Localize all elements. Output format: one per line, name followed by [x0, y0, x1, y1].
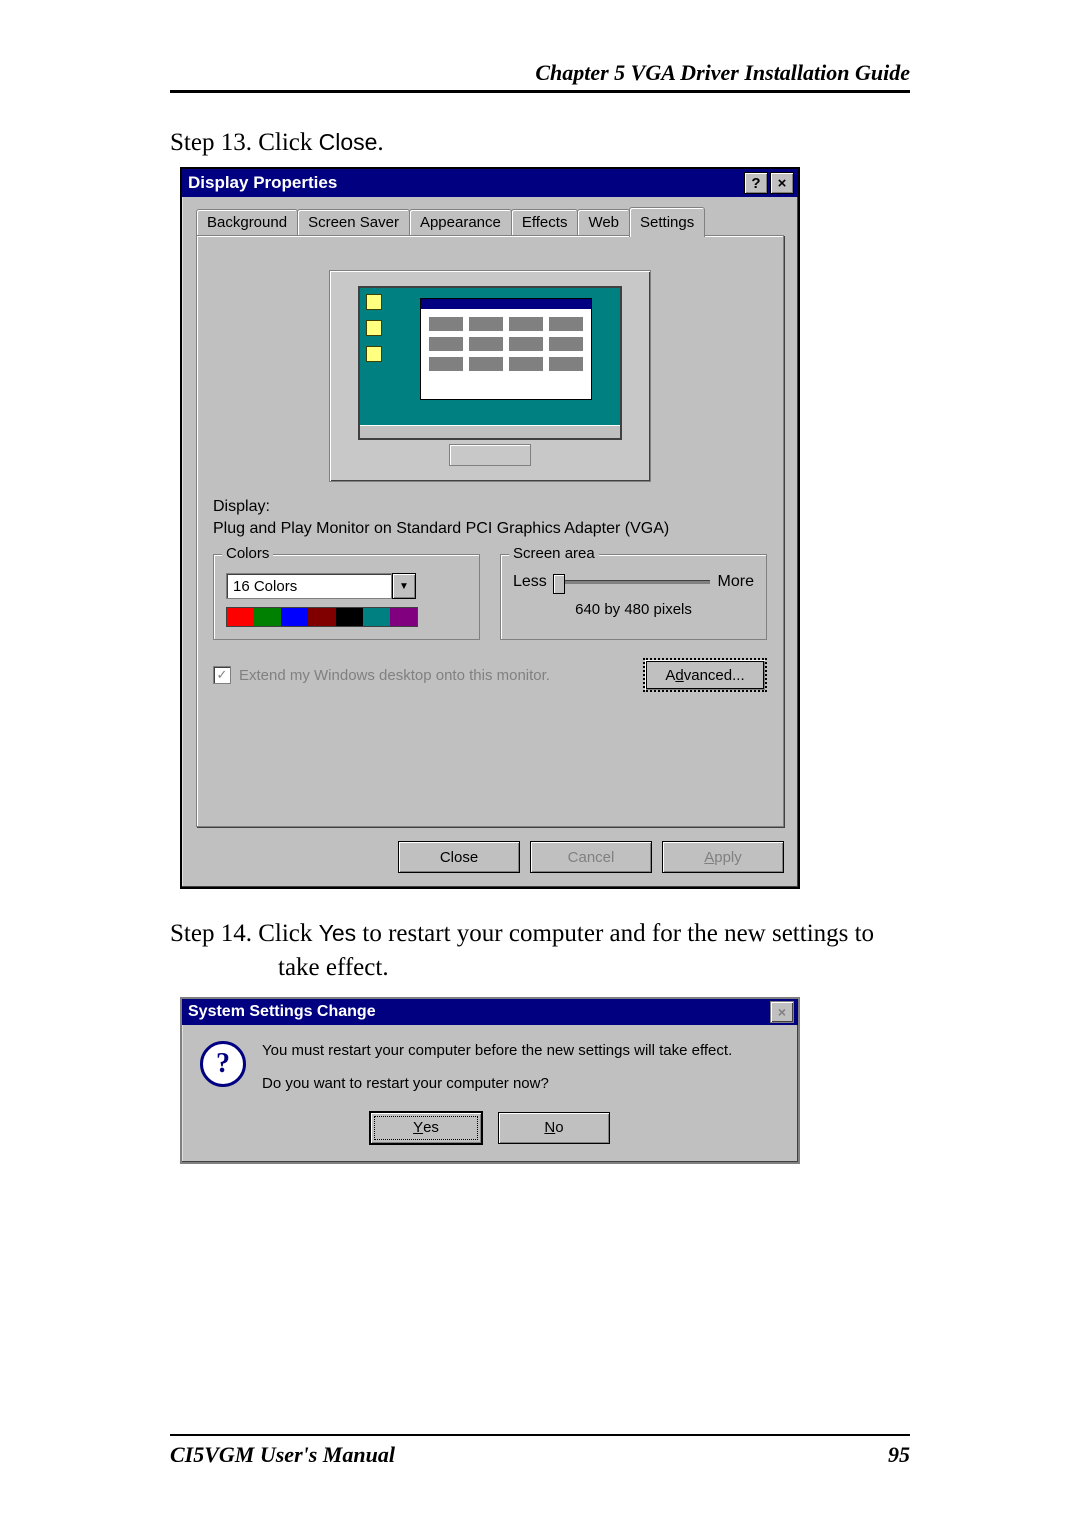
close-icon: ×	[770, 1001, 794, 1023]
resolution-text: 640 by 480 pixels	[513, 601, 754, 618]
display-label: Display:	[213, 498, 767, 516]
preview-icon	[366, 320, 382, 336]
extend-desktop-label: Extend my Windows desktop onto this moni…	[239, 667, 635, 684]
step13-instruction: Step 13. Click Close.	[170, 129, 910, 157]
colors-group: Colors 16 Colors ▼	[213, 554, 480, 640]
page-footer: CI5VGM User's Manual 95	[170, 1434, 910, 1468]
step14-instruction: Step 14. Click Yes to restart your compu…	[170, 917, 910, 985]
message-text: You must restart your computer before th…	[262, 1041, 732, 1094]
monitor-screen	[358, 286, 622, 440]
tab-appearance[interactable]: Appearance	[409, 209, 512, 235]
preview-icon	[366, 346, 382, 362]
footer-page-number: 95	[888, 1442, 910, 1468]
footer-manual: CI5VGM User's Manual	[170, 1442, 395, 1468]
colors-value: 16 Colors	[226, 573, 392, 599]
step13-action: Close	[319, 129, 378, 155]
screen-area-legend: Screen area	[509, 545, 599, 562]
chevron-down-icon[interactable]: ▼	[392, 573, 416, 599]
message-line2: Do you want to restart your computer now…	[262, 1074, 732, 1094]
slider-more-label: More	[718, 573, 754, 591]
advanced-button[interactable]: Advanced...	[643, 658, 767, 692]
slider-thumb[interactable]	[553, 574, 565, 594]
step14-line2: take effect.	[170, 951, 910, 985]
question-icon: ?	[200, 1041, 246, 1087]
resolution-slider[interactable]	[555, 580, 710, 584]
yes-button[interactable]: Yes	[370, 1112, 482, 1144]
dialog-titlebar: Display Properties ? ×	[182, 169, 798, 197]
monitor-base	[449, 444, 531, 466]
monitor-preview	[329, 270, 651, 482]
step14-prefix: Step 14. Click	[170, 920, 319, 947]
tab-effects[interactable]: Effects	[511, 209, 579, 235]
apply-button: Apply	[662, 841, 784, 873]
advanced-button-label: Advanced...	[665, 667, 744, 684]
display-properties-dialog: Display Properties ? × Background Screen…	[180, 167, 800, 889]
tab-screensaver[interactable]: Screen Saver	[297, 209, 410, 235]
screen-area-group: Screen area Less More 640 by 480 pixels	[500, 554, 767, 640]
colors-legend: Colors	[222, 545, 273, 562]
slider-less-label: Less	[513, 573, 547, 591]
preview-icon	[366, 294, 382, 310]
preview-taskbar	[360, 425, 620, 438]
display-value: Plug and Play Monitor on Standard PCI Gr…	[213, 520, 767, 538]
settings-panel: Display: Plug and Play Monitor on Standa…	[196, 235, 784, 827]
tab-background[interactable]: Background	[196, 209, 298, 235]
tab-web[interactable]: Web	[577, 209, 630, 235]
step13-prefix: Step 13. Click	[170, 129, 319, 156]
close-icon[interactable]: ×	[770, 172, 794, 194]
colors-combo[interactable]: 16 Colors ▼	[226, 573, 416, 599]
close-button[interactable]: Close	[398, 841, 520, 873]
help-button[interactable]: ?	[744, 172, 768, 194]
extend-desktop-checkbox: ✓	[213, 666, 231, 684]
dialog-footer: Close Cancel Apply	[196, 841, 784, 873]
dialog2-title: System Settings Change	[188, 1003, 770, 1021]
preview-window	[420, 298, 592, 400]
step14-middle: to restart your computer and for the new…	[356, 920, 874, 947]
dialog-title: Display Properties	[188, 173, 742, 193]
step14-action: Yes	[319, 920, 357, 946]
message-line1: You must restart your computer before th…	[262, 1041, 732, 1061]
no-button[interactable]: No	[498, 1112, 610, 1144]
tab-settings[interactable]: Settings	[629, 207, 705, 237]
color-swatch-bar	[226, 607, 418, 627]
system-settings-dialog: System Settings Change × ? You must rest…	[180, 997, 800, 1164]
chapter-header: Chapter 5 VGA Driver Installation Guide	[170, 60, 910, 93]
cancel-button: Cancel	[530, 841, 652, 873]
tab-strip: Background Screen Saver Appearance Effec…	[196, 207, 784, 235]
step13-suffix: .	[377, 129, 383, 156]
dialog2-titlebar: System Settings Change ×	[182, 999, 798, 1025]
